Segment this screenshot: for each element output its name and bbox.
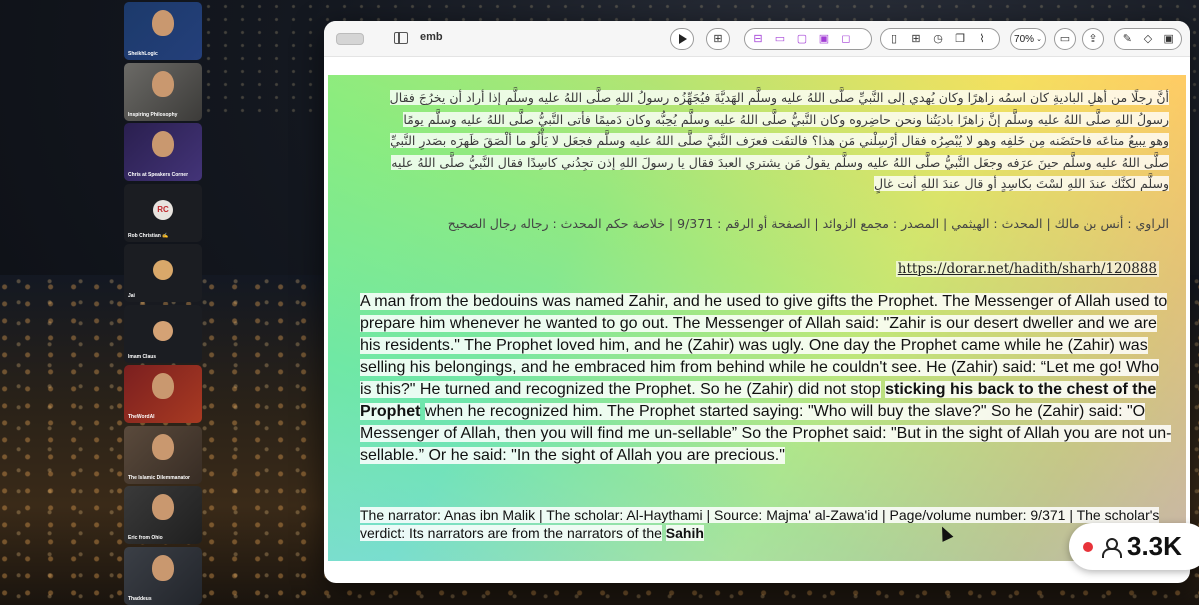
participant-video	[152, 10, 174, 36]
english-narrator-line: The narrator: Anas ibn Malik | The schol…	[360, 506, 1172, 542]
participant-strip: SheikhLogic Inspiring Philosophy Chris a…	[124, 2, 202, 605]
english-narrator-emphasis: Sahih	[665, 525, 704, 541]
participant-video	[152, 433, 174, 460]
participant-name: Chris at Speakers Corner	[128, 172, 189, 178]
document-icon[interactable]: ▯	[887, 32, 901, 46]
participant-tile[interactable]: Thaddeus	[124, 546, 202, 605]
participant-name: SheikhLogic	[128, 51, 158, 57]
insert-text-icon[interactable]: ▢	[795, 32, 809, 46]
zoom-select[interactable]: 70% ⌄	[1010, 28, 1046, 50]
participant-name: Thaddeus	[128, 595, 152, 602]
participant-tile[interactable]: Jai	[124, 244, 202, 302]
participant-tile[interactable]: RC Rob Christian ✍	[124, 183, 202, 242]
window-controls[interactable]	[336, 33, 364, 45]
participant-tile[interactable]: Chris at Speakers Corner	[124, 123, 202, 181]
zoom-value: 70%	[1014, 33, 1035, 45]
view-toolbar-group: ✎ ◇ ▣	[1114, 28, 1182, 50]
english-narrator-text: The narrator: Anas ibn Malik | The schol…	[360, 507, 1160, 541]
participant-tile[interactable]: Eric from Ohio	[124, 486, 202, 544]
viewer-count-badge: 3.3K	[1069, 523, 1199, 570]
clock-icon[interactable]: ◷	[931, 32, 945, 46]
avatar	[153, 260, 173, 280]
participant-tile[interactable]: SheikhLogic	[124, 2, 202, 60]
participant-name: Eric from Ohio	[128, 535, 163, 541]
avatar	[153, 320, 173, 341]
participant-name: Inspiring Philosophy	[128, 111, 178, 118]
source-link[interactable]: https://dorar.net/hadith/sharh/120888	[895, 261, 1159, 277]
format-brush-icon[interactable]: ✎	[1121, 32, 1134, 46]
participant-video	[152, 373, 174, 399]
comment-icon: ▭	[1059, 32, 1071, 45]
document-setup-icon[interactable]: ▣	[1162, 32, 1175, 46]
english-part-2: when he recognized him. The Prophet star…	[360, 403, 1172, 464]
english-translation: A man from the bedouins was named Zahir,…	[360, 291, 1172, 467]
window-toolbar: emb ⊞ ⊟ ▭ ▢ ▣ ◻ ▯ ⊞ ◷ ❐ ⌇ 70% ⌄ ▭ ⇪ ✎ ◇ …	[324, 21, 1190, 57]
play-button[interactable]	[670, 28, 694, 50]
participant-name: Jai	[128, 293, 135, 299]
person-icon	[1101, 537, 1122, 558]
table-icon[interactable]: ⊞	[909, 32, 923, 46]
document-window: emb ⊞ ⊟ ▭ ▢ ▣ ◻ ▯ ⊞ ◷ ❐ ⌇ 70% ⌄ ▭ ⇪ ✎ ◇ …	[324, 21, 1190, 583]
chevron-down-icon: ⌄	[1036, 36, 1042, 43]
participant-tile[interactable]: The Islamic Dilemmanator	[124, 425, 202, 484]
comment-button[interactable]: ▭	[1054, 28, 1076, 50]
insert-chart-icon[interactable]: ▭	[773, 32, 787, 46]
share-icon: ⇪	[1088, 32, 1098, 45]
arabic-hadith-body: أنَّ رجلًا من أهلِ الباديةِ كان اسمُه زا…	[389, 90, 1169, 191]
insert-table-icon[interactable]: ⊟	[751, 32, 765, 46]
participant-tile[interactable]: Imam Claus	[124, 304, 202, 363]
participant-name: The Islamic Dilemmanator	[128, 474, 190, 481]
play-icon	[679, 34, 687, 44]
slide-content: أنَّ رجلًا من أهلِ الباديةِ كان اسمُه زا…	[328, 75, 1186, 561]
arabic-narrator-line: الراوي : أنس بن مالك | المحدث : الهيثمي …	[447, 216, 1169, 231]
participant-tile[interactable]: TheWordAI	[124, 365, 202, 423]
share-button[interactable]: ⇪	[1082, 28, 1104, 50]
participant-name: Imam Claus	[128, 353, 157, 360]
arabic-hadith-text: أنَّ رجلًا من أهلِ الباديةِ كان اسمُه زا…	[383, 87, 1169, 195]
participant-video	[152, 494, 174, 520]
insert-shape-icon[interactable]: ◻	[839, 32, 853, 46]
paperclip-icon[interactable]: ⌇	[975, 32, 989, 46]
participant-video	[152, 131, 174, 157]
format-toolbar-group: ▯ ⊞ ◷ ❐ ⌇	[880, 28, 1000, 50]
insert-media-icon[interactable]: ▣	[817, 32, 831, 46]
animate-icon[interactable]: ◇	[1142, 32, 1155, 46]
avatar: RC	[153, 199, 173, 220]
copy-icon[interactable]: ❐	[953, 32, 967, 46]
participant-video	[152, 554, 174, 581]
viewer-count: 3.3K	[1127, 531, 1182, 561]
add-slide-button[interactable]: ⊞	[706, 28, 730, 50]
participant-video	[152, 70, 174, 97]
live-dot-icon	[1083, 541, 1093, 552]
sidebar-toggle-icon[interactable]	[394, 32, 408, 44]
insert-toolbar-group: ⊟ ▭ ▢ ▣ ◻	[744, 28, 872, 50]
plus-square-icon: ⊞	[713, 32, 723, 45]
participant-tile[interactable]: Inspiring Philosophy	[124, 62, 202, 121]
participant-name: TheWordAI	[128, 414, 155, 420]
participant-name: Rob Christian ✍	[128, 232, 169, 239]
document-title: emb	[420, 31, 443, 43]
